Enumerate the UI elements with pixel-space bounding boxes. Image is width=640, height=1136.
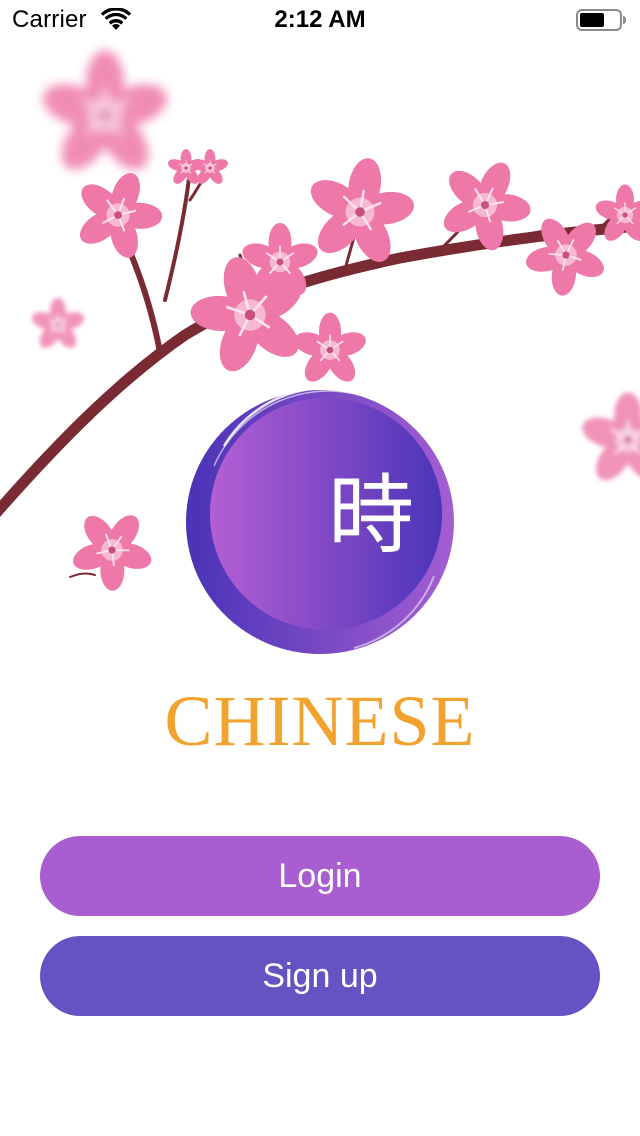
login-button[interactable]: Login xyxy=(40,836,600,916)
status-bar: Carrier 2:12 AM xyxy=(0,0,640,40)
status-time: 2:12 AM xyxy=(274,6,366,33)
brand-title: CHINESE xyxy=(164,681,476,761)
logo-character: 時 xyxy=(328,466,414,566)
signup-button[interactable]: Sign up xyxy=(40,936,600,1016)
welcome-screen: Carrier 2:12 AM 時 CHINESE Login Sign up xyxy=(0,0,640,1136)
battery-icon xyxy=(576,9,626,31)
